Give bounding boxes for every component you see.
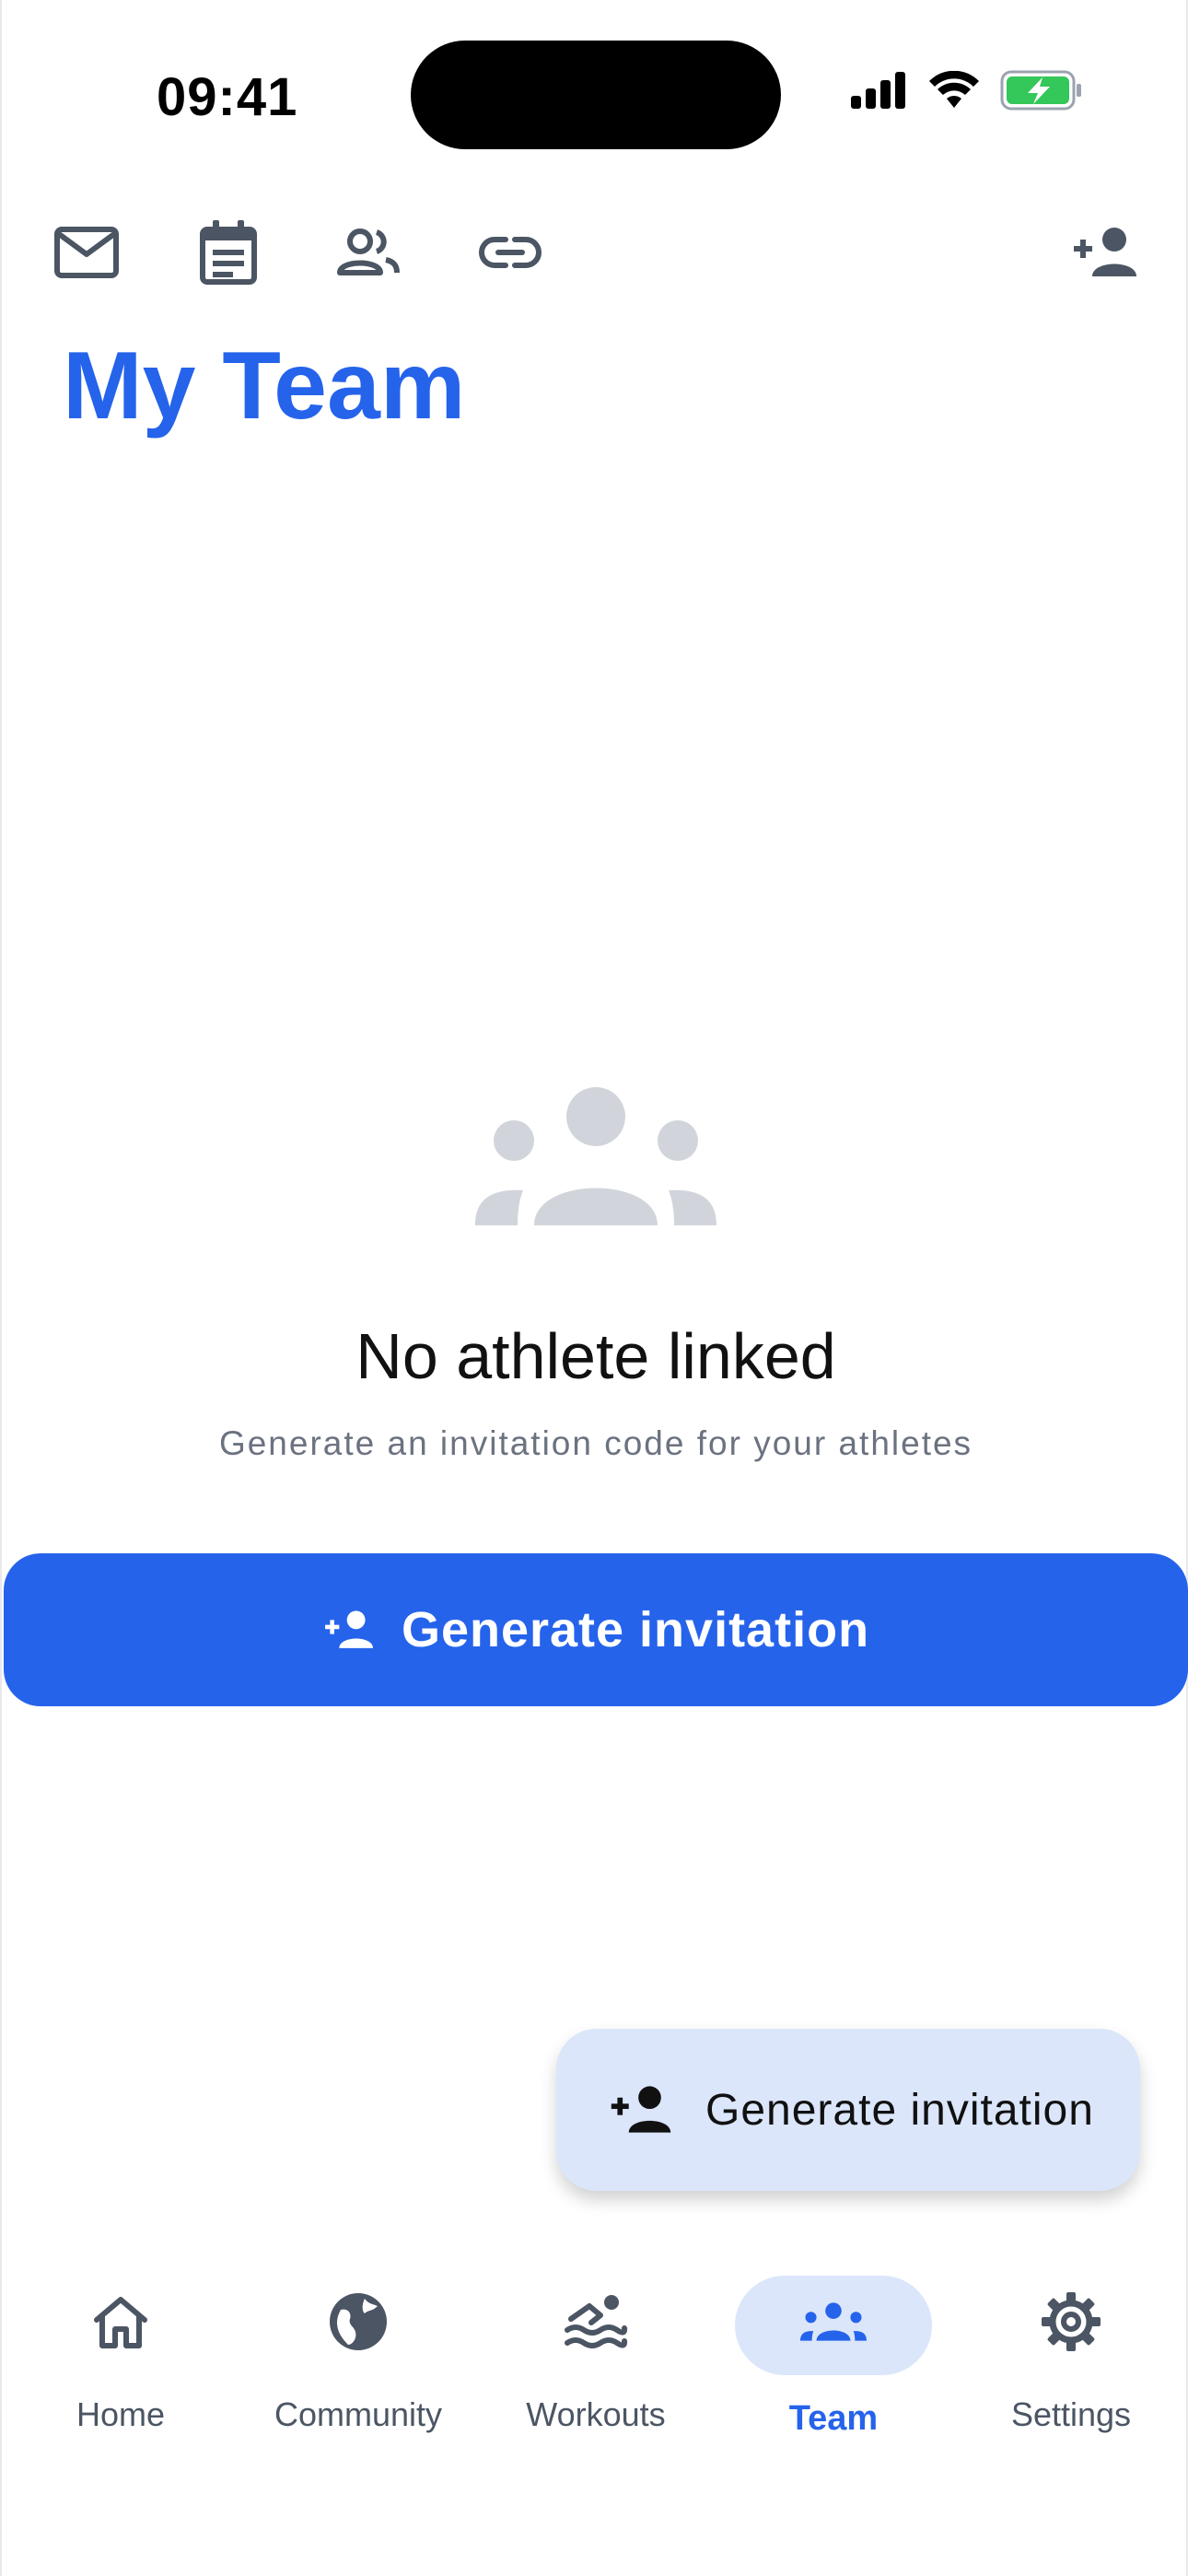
status-time: 09:41 — [157, 67, 298, 127]
page-title: My Team — [63, 333, 466, 439]
globe-icon — [325, 2289, 391, 2355]
nav-item-home[interactable]: Home — [2, 2248, 239, 2460]
wifi-icon — [929, 71, 979, 108]
generate-invitation-button[interactable]: Generate invitation — [4, 1553, 1188, 1706]
nav-label-settings: Settings — [1010, 2395, 1132, 2433]
home-icon — [87, 2289, 154, 2355]
fab-label: Generate invitation — [705, 2085, 1094, 2135]
team-placeholder-icon — [475, 1087, 716, 1225]
nav-item-team[interactable]: Team — [715, 2248, 952, 2460]
calendar-icon[interactable] — [192, 216, 265, 289]
group-icon[interactable] — [332, 216, 405, 289]
app-frame: 09:41 My Team No athlete linked Generate… — [0, 0, 1188, 2576]
person-add-icon — [324, 1610, 373, 1648]
nav-label-community: Community — [274, 2395, 443, 2433]
cellular-signal-icon — [851, 72, 905, 109]
swim-icon — [563, 2289, 629, 2355]
battery-charging-icon — [1000, 70, 1081, 111]
nav-item-settings[interactable]: Settings — [952, 2248, 1188, 2460]
generate-invitation-fab[interactable]: Generate invitation — [556, 2029, 1140, 2191]
gear-icon — [1038, 2289, 1104, 2355]
nav-label-workouts: Workouts — [526, 2395, 666, 2433]
link-icon[interactable] — [473, 216, 547, 289]
nav-item-workouts[interactable]: Workouts — [477, 2248, 715, 2460]
bottom-navigation: Home Community Workouts Team Settings — [2, 2248, 1188, 2478]
person-add-icon — [611, 2086, 671, 2133]
dynamic-island — [411, 41, 781, 149]
team-icon — [800, 2289, 867, 2355]
mail-icon[interactable] — [50, 216, 123, 289]
generate-invitation-label: Generate invitation — [401, 1602, 870, 1657]
person-add-icon[interactable] — [1068, 216, 1142, 289]
nav-label-team: Team — [788, 2399, 879, 2438]
empty-state-title: No athlete linked — [355, 1320, 836, 1392]
empty-state-subtitle: Generate an invitation code for your ath… — [218, 1424, 973, 1462]
nav-label-home: Home — [76, 2395, 166, 2433]
nav-item-community[interactable]: Community — [239, 2248, 477, 2460]
status-indicators — [851, 70, 1083, 111]
